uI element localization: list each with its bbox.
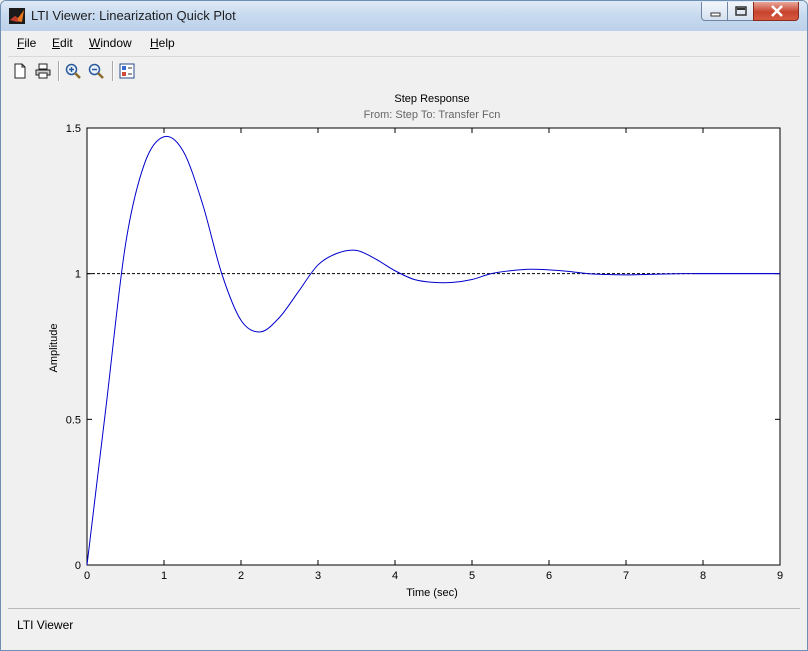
x-tick-label: 9 [777,570,783,582]
menu-window-mnemonic: W [89,36,101,50]
y-axis-label: Amplitude [48,324,60,373]
new-icon [14,63,26,79]
zoom-out-icon [88,63,104,79]
toolbar-separator [112,61,114,81]
y-tick-label: 1 [75,269,81,281]
zoom-in-icon [65,63,81,79]
menu-help-mnemonic: H [150,36,159,50]
menu-edit[interactable]: Edit [52,36,73,50]
y-tick-label: 0.5 [66,414,81,426]
toolbar-separator [58,61,60,81]
y-tick-label: 1.5 [66,123,81,135]
plot-configuration-icon [119,63,135,79]
x-axis-label: Time (sec) [406,587,458,599]
x-tick-label: 5 [469,570,475,582]
x-tick-label: 6 [546,570,552,582]
title-bar[interactable]: LTI Viewer: Linearization Quick Plot [1,1,807,31]
close-icon [771,5,783,17]
step-response-chart[interactable]: Step Response From: Step To: Transfer Fc… [8,84,800,607]
axes-box [86,127,781,566]
menu-file[interactable]: File [17,36,36,50]
matlab-logo-icon [9,8,25,24]
menu-help[interactable]: Help [150,36,175,50]
menu-window[interactable]: Window [89,36,132,50]
menu-help-label: elp [158,36,175,50]
x-tick-label: 2 [238,570,244,582]
maximize-button[interactable] [727,2,754,21]
new-button[interactable] [10,61,30,81]
zoom-out-button[interactable] [86,61,106,81]
status-bar: LTI Viewer [8,608,800,643]
plot-area: Step Response From: Step To: Transfer Fc… [8,84,800,607]
close-button[interactable] [753,2,799,21]
menu-window-label: indow [100,36,132,50]
x-tick-label: 8 [700,570,706,582]
menu-bar: File Edit Window Help [8,32,800,54]
x-tick-label: 3 [315,570,321,582]
x-tick-label: 7 [623,570,629,582]
x-tick-label: 1 [161,570,167,582]
menu-file-label: ile [24,36,37,50]
window-title: LTI Viewer: Linearization Quick Plot [31,8,236,23]
maximize-icon [735,6,747,16]
minimize-button[interactable] [701,2,728,21]
x-tick-label: 4 [392,570,398,582]
print-icon [35,63,51,79]
plot-configuration-button[interactable] [117,61,137,81]
x-tick-label: 0 [84,570,90,582]
y-tick-label: 0 [75,560,81,572]
chart-subtitle: From: Step To: Transfer Fcn [364,109,501,121]
lti-viewer-window: LTI Viewer: Linearization Quick Plot Fil… [0,0,808,651]
print-button[interactable] [33,61,53,81]
menu-edit-mnemonic: E [52,36,61,50]
chart-title: Step Response [394,93,469,105]
toolbar [8,56,800,85]
status-text: LTI Viewer [17,618,74,632]
menu-edit-label: dit [60,36,73,50]
minimize-icon [710,12,721,17]
zoom-in-button[interactable] [63,61,83,81]
